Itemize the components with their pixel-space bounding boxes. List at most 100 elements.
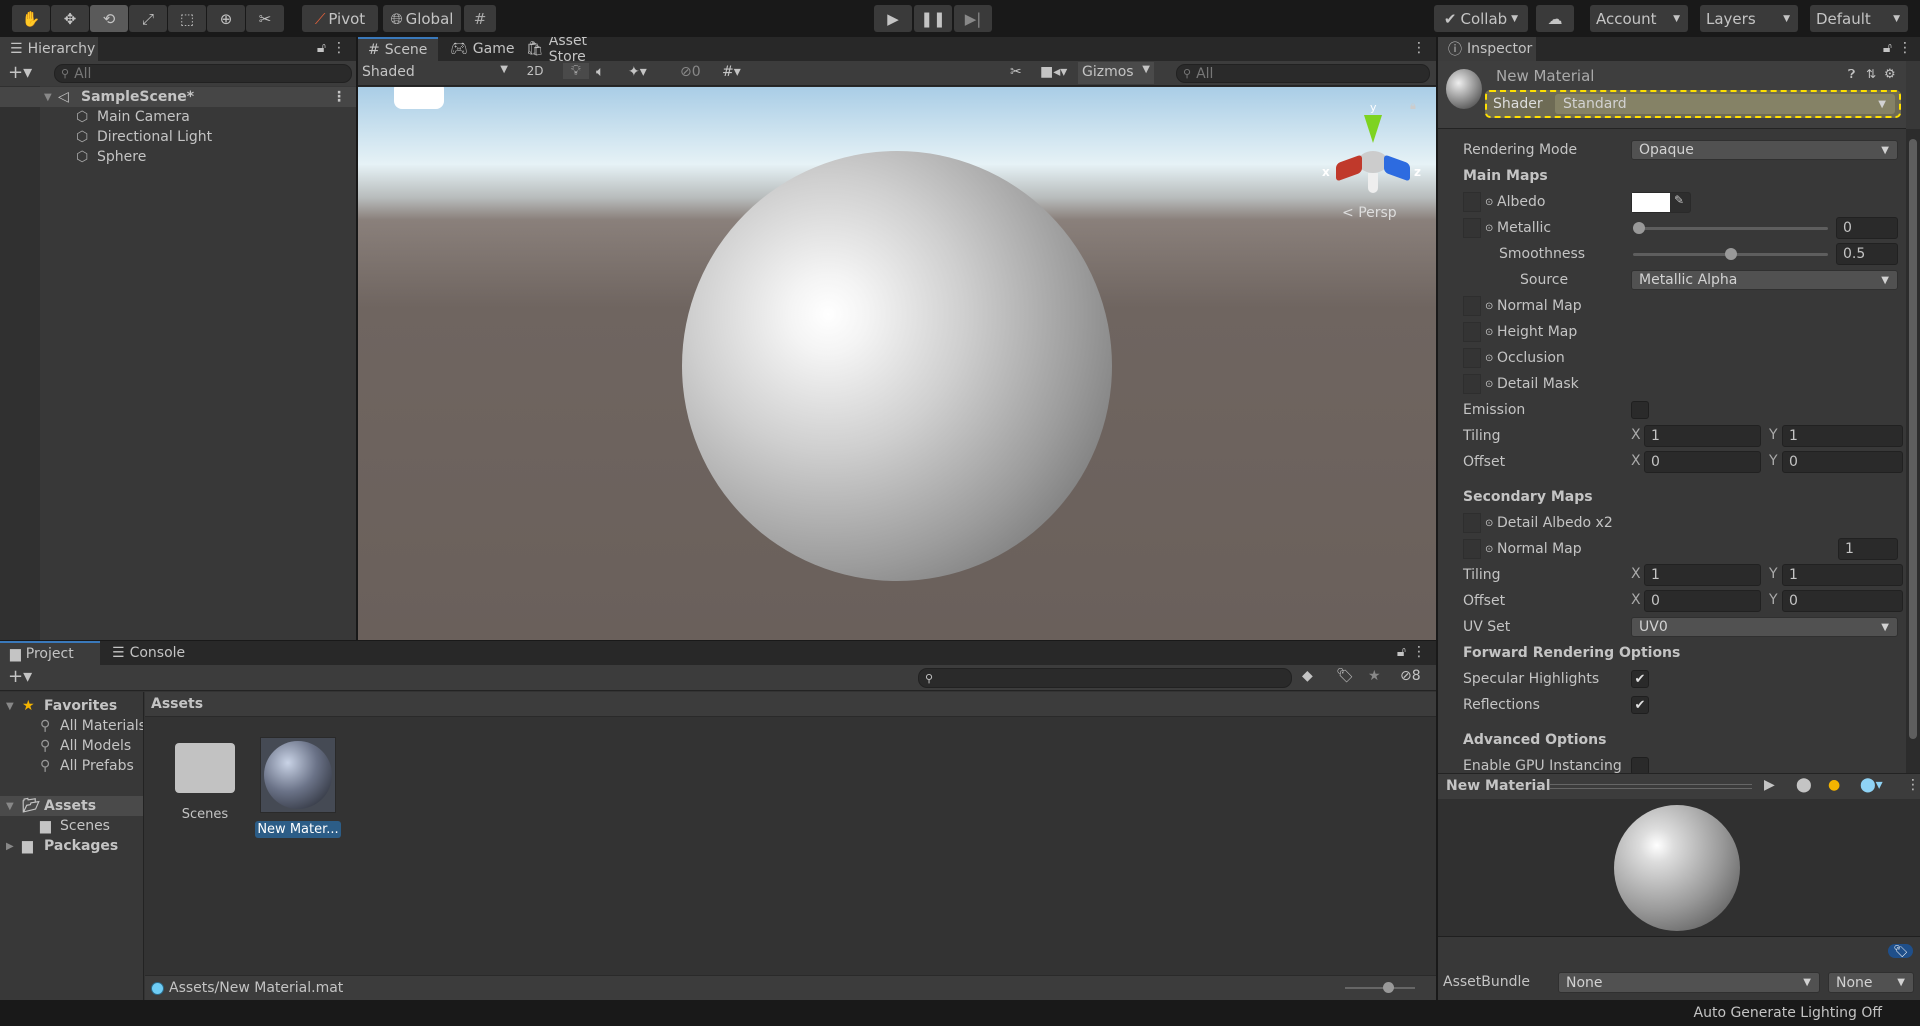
sphere-object[interactable] bbox=[682, 151, 1112, 581]
object-picker-icon[interactable]: ⊙ bbox=[1485, 327, 1493, 338]
icon-size-slider[interactable] bbox=[1345, 982, 1415, 993]
offset-y-field[interactable]: 0 bbox=[1782, 451, 1903, 473]
favorite-item[interactable]: ⚲ All Models bbox=[0, 736, 143, 756]
tiling-y-field[interactable]: 1 bbox=[1782, 564, 1903, 586]
source-dropdown[interactable]: Metallic Alpha ▼ bbox=[1631, 270, 1898, 290]
asset-label-tag-icon[interactable]: 🏷︎ bbox=[1888, 944, 1914, 958]
texture-slot[interactable] bbox=[1463, 374, 1481, 394]
hidden-objects-toggle[interactable]: ⊘0 bbox=[680, 64, 701, 80]
scene-row[interactable]: ▼ ◁ SampleScene* ⋮ bbox=[0, 87, 356, 107]
step-button[interactable]: ▶| bbox=[954, 5, 992, 32]
hierarchy-search-input[interactable]: ⚲ All bbox=[54, 64, 352, 83]
lock-icon[interactable]: 🔓︎ bbox=[1883, 40, 1892, 56]
tiling-y-field[interactable]: 1 bbox=[1782, 425, 1903, 447]
shader-dropdown[interactable]: Standard ▼ bbox=[1555, 94, 1895, 114]
shading-dropdown[interactable]: Shaded ▼ bbox=[362, 64, 512, 83]
more-menu-icon[interactable]: ⋮ bbox=[332, 40, 346, 56]
lock-icon[interactable]: 🔓︎ bbox=[1397, 644, 1406, 660]
pause-button[interactable]: ❚❚ bbox=[914, 5, 952, 32]
object-picker-icon[interactable]: ⊙ bbox=[1485, 379, 1493, 390]
object-picker-icon[interactable]: ⊙ bbox=[1485, 223, 1493, 234]
more-menu-icon[interactable]: ⋮ bbox=[1412, 40, 1426, 56]
tab-inspector[interactable]: ⓘ Inspector bbox=[1438, 37, 1536, 61]
texture-slot[interactable] bbox=[1463, 322, 1481, 342]
snap-toggle[interactable]: # bbox=[464, 5, 496, 32]
play-button[interactable]: ▶ bbox=[874, 5, 912, 32]
object-picker-icon[interactable]: ⊙ bbox=[1485, 197, 1493, 208]
more-menu-icon[interactable]: ⋮ bbox=[1412, 644, 1426, 660]
slider-thumb[interactable] bbox=[1633, 222, 1645, 234]
offset-x-field[interactable]: 0 bbox=[1644, 451, 1761, 473]
settings-gear-icon[interactable]: ⚙ bbox=[1884, 67, 1896, 82]
texture-slot[interactable] bbox=[1463, 539, 1481, 559]
scene-search-input[interactable]: ⚲ All bbox=[1176, 64, 1430, 83]
emission-checkbox[interactable] bbox=[1631, 401, 1649, 419]
favorite-item[interactable]: ⚲ All Prefabs bbox=[0, 756, 143, 776]
tab-game[interactable]: 🎮︎ Game bbox=[440, 37, 516, 61]
tiling-x-field[interactable]: 1 bbox=[1644, 425, 1761, 447]
layers-dropdown[interactable]: Layers ▼ bbox=[1700, 5, 1798, 32]
audio-toggle-icon[interactable]: 🔈︎ bbox=[596, 64, 604, 80]
tiling-x-field[interactable]: 1 bbox=[1644, 564, 1761, 586]
preview-light-icon[interactable]: ● bbox=[1828, 777, 1840, 793]
more-menu-icon[interactable]: ⋮ bbox=[1898, 40, 1912, 56]
assetbundle-variant-dropdown[interactable]: None ▼ bbox=[1828, 972, 1914, 993]
material-preview[interactable] bbox=[1438, 799, 1920, 937]
global-toggle[interactable]: 🌐︎ Global bbox=[383, 5, 461, 32]
hierarchy-item[interactable]: ⬡ Main Camera bbox=[40, 107, 356, 127]
create-button[interactable]: +▾ bbox=[8, 666, 32, 687]
tree-scenes[interactable]: ▆ Scenes bbox=[0, 816, 143, 836]
gizmos-dropdown[interactable]: Gizmos ▼ bbox=[1078, 62, 1154, 84]
tree-assets[interactable]: ▼ 📂︎ Assets bbox=[0, 796, 143, 816]
smoothness-slider[interactable] bbox=[1633, 248, 1828, 260]
eyedropper-icon[interactable]: ✎ bbox=[1674, 193, 1684, 207]
tab-scene[interactable]: # Scene bbox=[358, 37, 438, 61]
tab-hierarchy[interactable]: ☰ Hierarchy bbox=[0, 37, 98, 61]
rect-tool-button[interactable]: ⬚ bbox=[168, 5, 206, 32]
tree-packages[interactable]: ▶ ▆ Packages bbox=[0, 836, 143, 856]
asset-grid-item-scenes[interactable]: Scenes bbox=[170, 733, 240, 822]
object-picker-icon[interactable]: ⊙ bbox=[1485, 518, 1493, 529]
more-menu-icon[interactable]: ⋮ bbox=[1906, 777, 1920, 793]
scene-menu-icon[interactable]: ⋮ bbox=[332, 89, 346, 105]
metallic-slider[interactable] bbox=[1633, 222, 1828, 234]
slider-thumb[interactable] bbox=[1724, 248, 1737, 260]
texture-slot[interactable] bbox=[1463, 218, 1481, 238]
normal-scale-field[interactable]: 1 bbox=[1838, 538, 1898, 560]
texture-slot[interactable] bbox=[1463, 296, 1481, 316]
effects-toggle-icon[interactable]: ✦▾ bbox=[628, 64, 647, 80]
help-icon[interactable]: ❓︎ bbox=[1848, 67, 1855, 82]
albedo-color-field[interactable]: ✎ bbox=[1631, 192, 1691, 213]
custom-tool-button[interactable]: ✂ bbox=[246, 5, 284, 32]
rendering-mode-dropdown[interactable]: Opaque ▼ bbox=[1631, 140, 1898, 160]
offset-y-field[interactable]: 0 bbox=[1782, 590, 1903, 612]
preview-play-icon[interactable]: ▶ bbox=[1764, 777, 1775, 793]
inspector-scrollbar[interactable] bbox=[1906, 129, 1920, 801]
breadcrumb-assets[interactable]: Assets bbox=[151, 696, 203, 712]
texture-slot[interactable] bbox=[1463, 192, 1481, 212]
move-tool-button[interactable]: ✥ bbox=[51, 5, 89, 32]
lighting-toggle-icon[interactable]: 💡︎ bbox=[563, 63, 589, 79]
preview-background-icon[interactable]: ⬤▾ bbox=[1860, 777, 1883, 793]
offset-x-field[interactable]: 0 bbox=[1644, 590, 1761, 612]
hierarchy-item[interactable]: ⬡ Sphere bbox=[40, 147, 356, 167]
2d-toggle[interactable]: 2D bbox=[520, 64, 550, 78]
preview-mesh-icon[interactable]: ⬤ bbox=[1796, 777, 1812, 793]
gizmo-lock-icon[interactable]: 🔒︎ bbox=[1410, 99, 1416, 113]
favorite-item[interactable]: ⚲ All Materials bbox=[0, 716, 143, 736]
account-dropdown[interactable]: Account ▼ bbox=[1590, 5, 1688, 32]
grid-toggle-icon[interactable]: #▾ bbox=[722, 64, 741, 80]
projection-toggle[interactable]: < Persp bbox=[1342, 205, 1397, 221]
orientation-gizmo[interactable]: x y z bbox=[1322, 101, 1421, 205]
asset-grid-item-new-material[interactable]: New Mater... bbox=[255, 737, 341, 838]
tab-console[interactable]: ☰ Console bbox=[102, 641, 202, 665]
hand-tool-button[interactable]: ✋ bbox=[12, 5, 50, 32]
texture-slot[interactable] bbox=[1463, 348, 1481, 368]
favorite-star-icon[interactable]: ★ bbox=[1368, 668, 1381, 684]
presets-icon[interactable]: ⇅ bbox=[1866, 67, 1876, 81]
object-picker-icon[interactable]: ⊙ bbox=[1485, 544, 1493, 555]
layout-dropdown[interactable]: Default ▼ bbox=[1810, 5, 1908, 32]
scene-viewport[interactable]: x y z 🔒︎ < Persp bbox=[358, 87, 1436, 640]
specular-highlights-checkbox[interactable]: ✔ bbox=[1631, 670, 1649, 688]
hierarchy-item[interactable]: ⬡ Directional Light bbox=[40, 127, 356, 147]
